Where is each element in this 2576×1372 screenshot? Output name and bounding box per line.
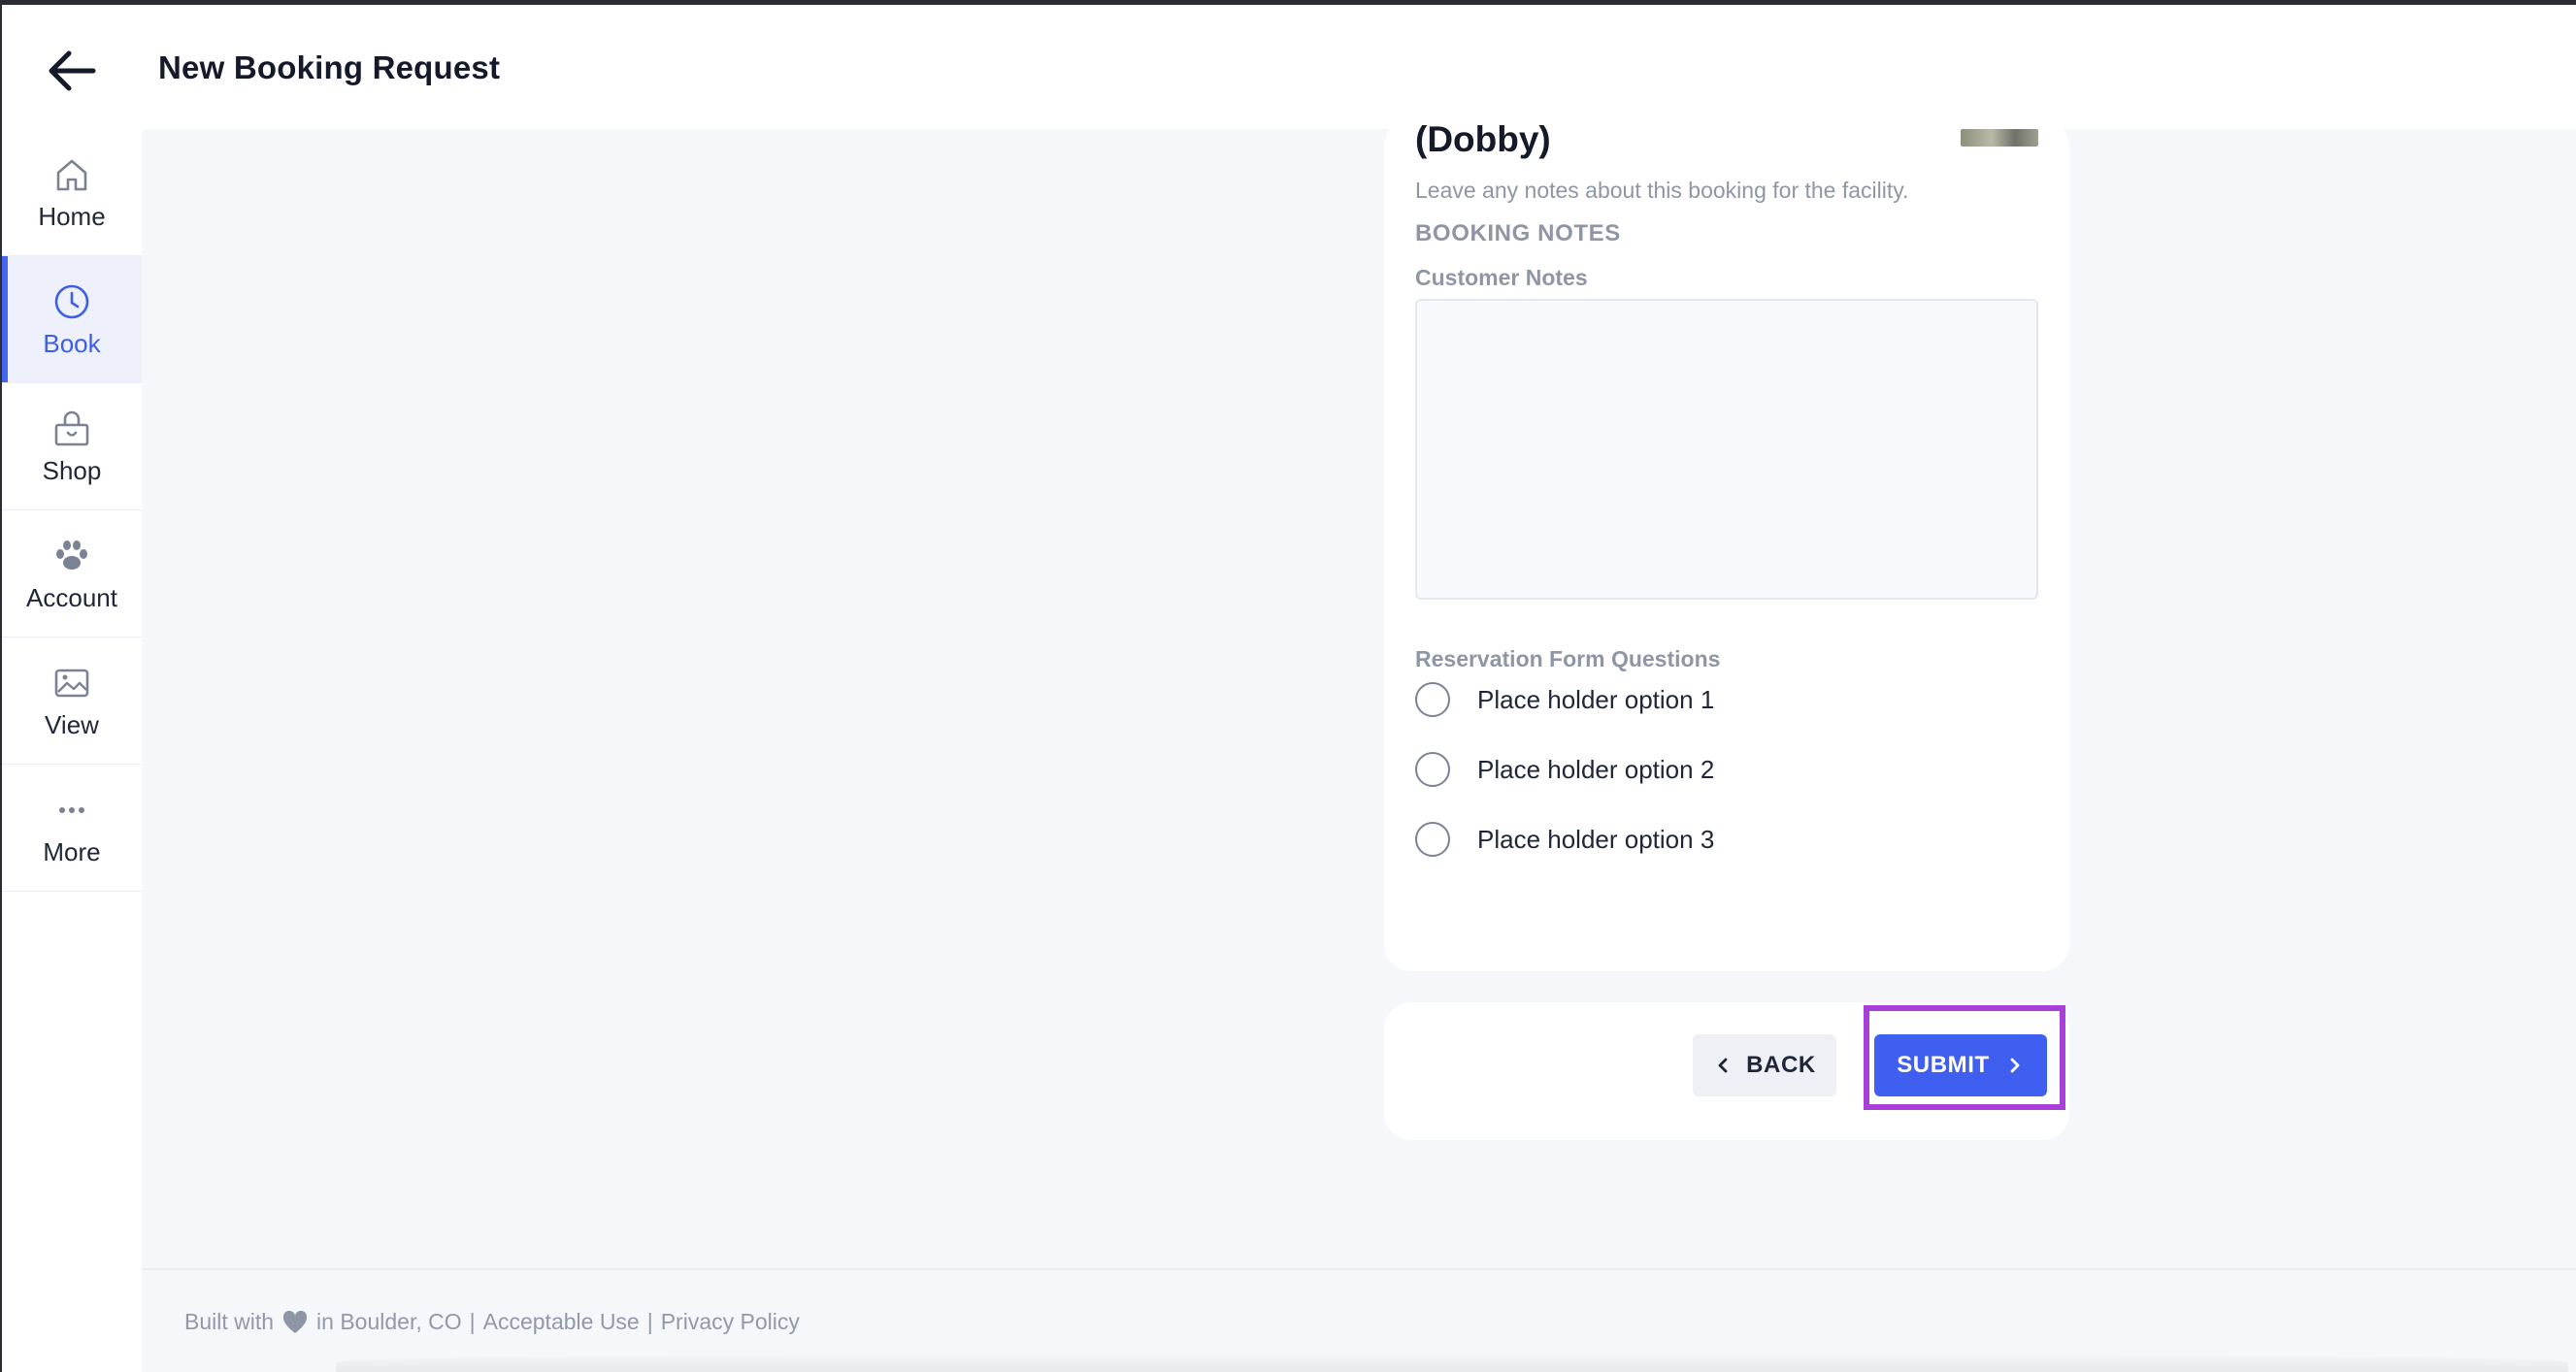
radio-option-label: Place holder option 2 [1477,754,1715,784]
footer-shadow [336,1353,2568,1372]
radio-option-label: Place holder option 1 [1477,684,1715,714]
sidebar-item-label: Shop [42,455,102,485]
footer-built-with: Built with [184,1309,275,1334]
radio-option-1[interactable]: Place holder option 1 [1415,682,1714,717]
footer-separator: | [469,1309,476,1334]
sidebar-item-book[interactable]: Book [2,256,142,383]
notes-hint-text: Leave any notes about this booking for t… [1415,178,1909,203]
sidebar-item-view[interactable]: View [2,637,142,765]
sidebar-item-account[interactable]: Account [2,510,142,637]
footer-location: in Boulder, CO [316,1309,462,1334]
booking-form-card: (Dobby) Leave any notes about this booki… [1384,119,2069,971]
gallery-icon [54,669,89,697]
sidebar-item-label: Account [26,582,117,612]
acceptable-use-link[interactable]: Acceptable Use [483,1309,640,1335]
sidebar-nav: Home Book Shop Account View More [2,129,142,1372]
booking-notes-heading: BOOKING NOTES [1415,220,1621,246]
radio-button[interactable] [1415,682,1450,717]
reservation-questions-label: Reservation Form Questions [1415,646,1721,671]
sidebar-item-label: Book [43,328,101,358]
radio-option-3[interactable]: Place holder option 3 [1415,822,1714,857]
sidebar-item-shop[interactable]: Shop [2,383,142,510]
more-dots-icon [59,806,84,813]
clock-icon [54,284,89,318]
app-header: New Booking Request [2,5,2576,129]
sidebar-item-label: View [45,709,99,739]
customer-notes-textarea[interactable] [1415,299,2038,600]
radio-button[interactable] [1415,822,1450,857]
chevron-left-icon [1718,1058,1728,1073]
sidebar-item-label: Home [38,201,106,231]
radio-option-label: Place holder option 3 [1477,824,1715,854]
radio-option-2[interactable]: Place holder option 2 [1415,752,1714,787]
footer-separator: | [646,1309,653,1334]
footer-text: Built with in Boulder, CO | Acceptable U… [184,1309,800,1335]
shopping-bag-icon [54,410,89,445]
back-button[interactable]: BACK [1693,1034,1836,1096]
sidebar-item-more[interactable]: More [2,765,142,892]
arrow-left-icon[interactable] [43,41,103,101]
pet-photo-thumbnail [1961,129,2038,147]
pet-name-heading: (Dobby) [1415,119,1551,159]
radio-button[interactable] [1415,752,1450,787]
submit-button[interactable]: SUBMIT [1874,1034,2047,1096]
main-content: (Dobby) Leave any notes about this booki… [142,119,2576,1372]
sidebar-item-label: More [43,836,101,866]
home-icon [56,159,87,190]
back-button-label: BACK [1746,1052,1816,1078]
heart-icon [282,1310,308,1333]
page-footer: Built with in Boulder, CO | Acceptable U… [142,1268,2576,1372]
sidebar-item-home[interactable]: Home [2,129,142,256]
submit-button-label: SUBMIT [1897,1052,1990,1078]
chevron-right-icon [2010,1058,2020,1073]
paw-icon [56,539,87,570]
page-title: New Booking Request [158,49,501,85]
form-actions-card: BACK SUBMIT [1384,1002,2069,1140]
customer-notes-label: Customer Notes [1415,265,1588,290]
privacy-policy-link[interactable]: Privacy Policy [661,1309,800,1335]
